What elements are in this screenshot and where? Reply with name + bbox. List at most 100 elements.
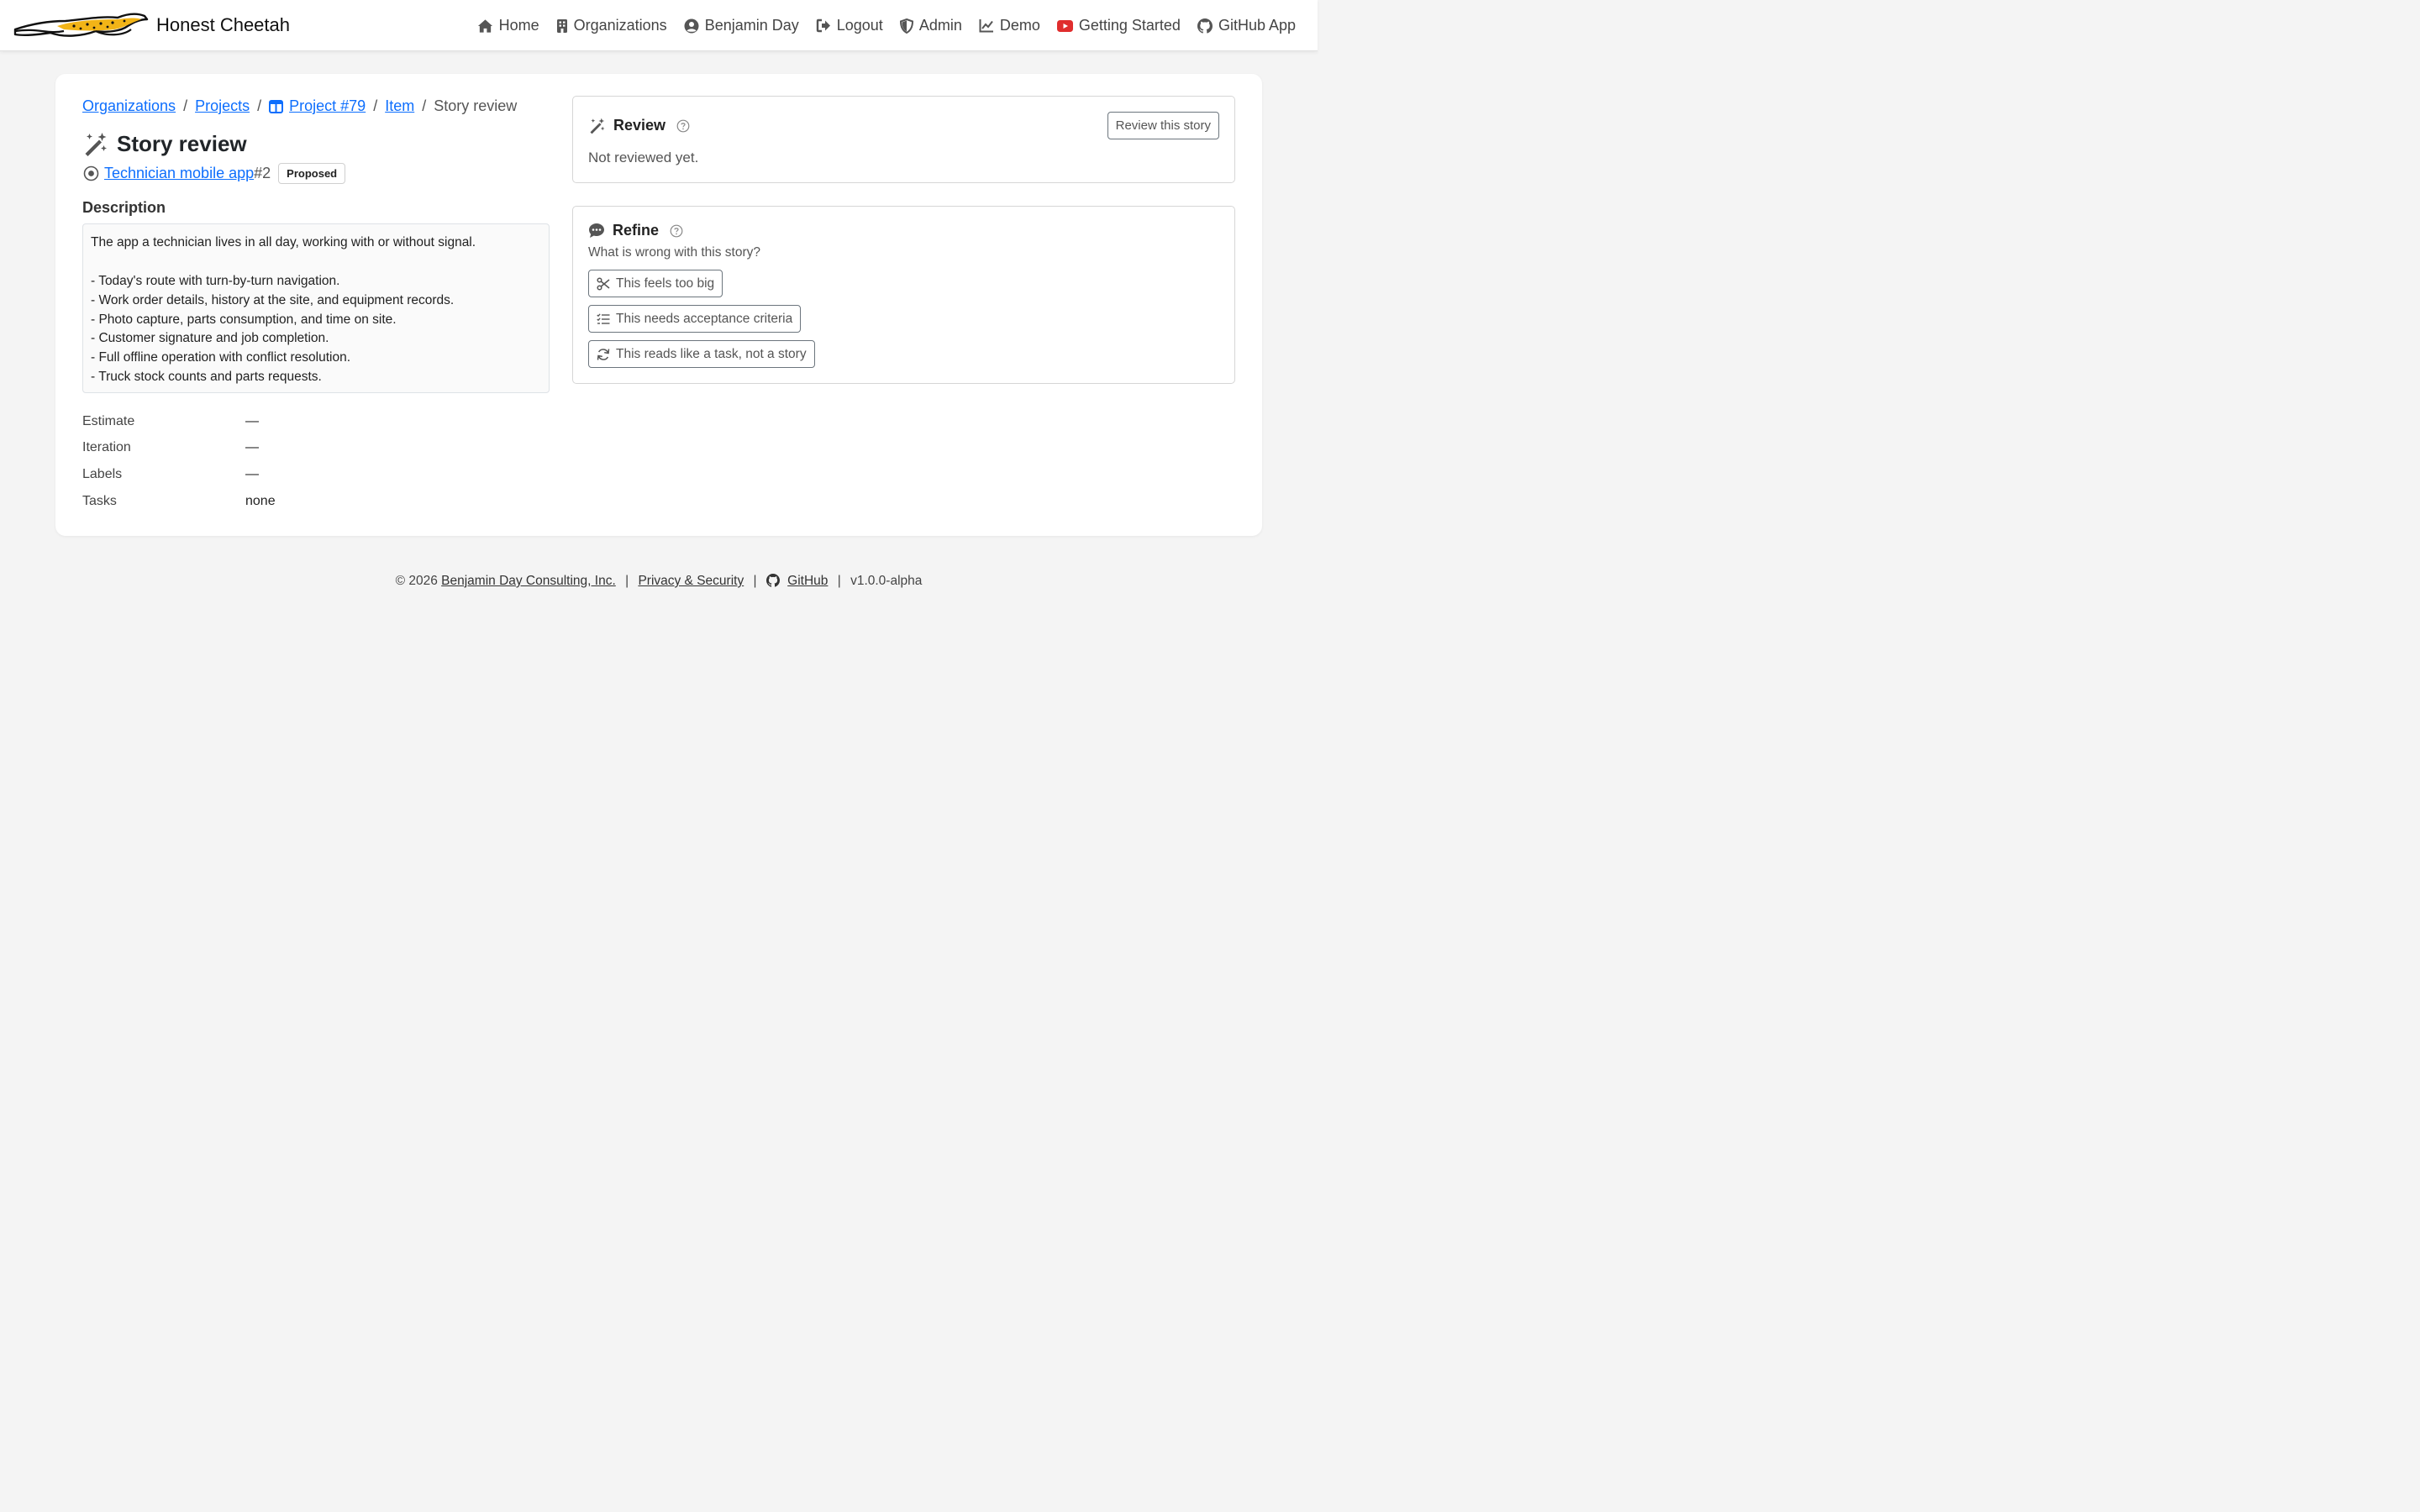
nav-github-app-label: GitHub App <box>1218 17 1296 34</box>
footer-version: v1.0.0-alpha <box>850 574 923 588</box>
needs-acceptance-criteria-label: This needs acceptance criteria <box>616 311 793 326</box>
brand-name[interactable]: Honest Cheetah <box>156 14 290 36</box>
footer-copyright: © 2026 <box>395 574 438 588</box>
nav-admin-label: Admin <box>918 17 962 34</box>
description-line: - Customer signature and job completion. <box>91 331 329 346</box>
review-title: Review <box>613 117 666 134</box>
description-label: Description <box>82 199 166 216</box>
footer-separator: | <box>753 574 757 588</box>
description-line <box>91 253 541 272</box>
meta-row-labels: Labels — <box>82 461 418 488</box>
review-this-story-button[interactable]: Review this story <box>1107 112 1219 139</box>
breadcrumb-projects[interactable]: Projects <box>195 97 250 115</box>
meta-row-estimate: Estimate — <box>82 408 418 435</box>
help-icon[interactable] <box>670 224 683 238</box>
nav-admin[interactable]: Admin <box>899 17 962 34</box>
nav-logout-label: Logout <box>836 17 883 34</box>
chart-line-icon <box>979 19 993 33</box>
meta-key: Labels <box>82 466 123 481</box>
breadcrumb-separator: / <box>422 97 427 114</box>
refine-panel-header: Refine <box>588 222 683 239</box>
page-title: Story review <box>117 131 247 156</box>
nav-user-profile[interactable]: Benjamin Day <box>684 17 799 34</box>
nav-home-label: Home <box>498 17 539 34</box>
user-circle-icon <box>684 18 699 33</box>
github-icon <box>1197 18 1213 34</box>
page-title-row: Story review <box>82 131 247 157</box>
nav-logout[interactable]: Logout <box>816 17 883 34</box>
home-icon <box>477 18 492 33</box>
main-nav: Home Organizations Benjamin Day Logout A… <box>477 0 1296 51</box>
reads-like-task-label: This reads like a task, not a story <box>616 346 807 361</box>
nav-demo[interactable]: Demo <box>979 17 1040 34</box>
breadcrumb-separator: / <box>257 97 262 114</box>
reads-like-task-button[interactable]: This reads like a task, not a story <box>588 340 815 368</box>
description-line: The app a technician lives in all day, w… <box>91 235 476 249</box>
parent-item-link[interactable]: Technician mobile app <box>104 165 254 182</box>
building-icon <box>556 18 567 33</box>
help-icon[interactable] <box>676 119 690 133</box>
top-navbar: Honest Cheetah Home Organizations Benjam… <box>0 0 1318 51</box>
breadcrumb-organizations[interactable]: Organizations <box>82 97 176 115</box>
description-line: - Today's route with turn-by-turn naviga… <box>91 273 340 288</box>
breadcrumb-separator: / <box>373 97 378 114</box>
checklist-icon <box>597 312 610 324</box>
footer-separator: | <box>837 574 841 588</box>
nav-organizations[interactable]: Organizations <box>556 17 667 34</box>
description-line: - Full offline operation with conflict r… <box>91 350 351 365</box>
meta-value: — <box>245 440 259 455</box>
review-panel-header: Review <box>588 117 690 134</box>
nav-getting-started[interactable]: Getting Started <box>1056 17 1181 34</box>
logout-icon <box>816 18 830 33</box>
footer-privacy-link[interactable]: Privacy & Security <box>638 574 744 588</box>
cheetah-logo-icon <box>13 13 149 37</box>
footer: © 2026 Benjamin Day Consulting, Inc. | P… <box>0 574 1318 589</box>
description-line: - Photo capture, parts consumption, and … <box>91 312 397 327</box>
parent-item-row: Technician mobile app #2 Proposed <box>83 163 346 184</box>
chat-bubble-icon <box>589 223 604 238</box>
description-box: The app a technician lives in all day, w… <box>82 223 550 393</box>
nav-github-app[interactable]: GitHub App <box>1197 17 1296 34</box>
needs-acceptance-criteria-button[interactable]: This needs acceptance criteria <box>588 305 802 333</box>
nav-home[interactable]: Home <box>477 17 539 34</box>
status-badge: Proposed <box>278 163 346 184</box>
meta-value: none <box>245 493 276 508</box>
breadcrumb: Organizations / Projects / Project #79 /… <box>82 97 517 115</box>
nav-organizations-label: Organizations <box>573 17 667 34</box>
too-big-label: This feels too big <box>616 276 715 291</box>
issue-open-icon <box>83 165 99 181</box>
magic-wand-icon <box>85 132 107 156</box>
shield-icon <box>899 18 913 34</box>
breadcrumb-current: Story review <box>434 97 518 114</box>
footer-separator: | <box>625 574 629 588</box>
too-big-button[interactable]: This feels too big <box>588 270 723 297</box>
refine-title: Refine <box>613 222 660 239</box>
footer-company-link[interactable]: Benjamin Day Consulting, Inc. <box>441 574 616 588</box>
nav-getting-started-label: Getting Started <box>1078 17 1181 34</box>
refine-question: What is wrong with this story? <box>588 245 761 260</box>
parent-item-number: #2 <box>254 165 271 181</box>
nav-user-label: Benjamin Day <box>704 17 799 34</box>
description-line: - Truck stock counts and parts requests. <box>91 370 322 385</box>
meta-key: Tasks <box>82 493 117 508</box>
meta-row-tasks: Tasks none <box>82 488 418 515</box>
review-panel: Review Review this story Not reviewed ye… <box>572 96 1235 183</box>
magic-wand-icon <box>590 118 605 134</box>
review-status: Not reviewed yet. <box>588 150 699 165</box>
breadcrumb-item[interactable]: Item <box>385 97 414 115</box>
meta-value: — <box>245 413 259 428</box>
footer-github-link[interactable]: GitHub <box>787 574 828 588</box>
github-icon <box>765 574 780 587</box>
meta-key: Estimate <box>82 413 135 428</box>
scissors-icon <box>597 276 610 291</box>
youtube-icon <box>1056 19 1073 32</box>
project-board-icon <box>269 99 284 113</box>
brand-logo[interactable] <box>13 10 150 42</box>
refine-panel: Refine What is wrong with this story? Th… <box>572 206 1235 384</box>
meta-key: Iteration <box>82 440 131 455</box>
refresh-icon <box>597 348 610 360</box>
meta-row-iteration: Iteration — <box>82 435 418 462</box>
description-line: - Work order details, history at the sit… <box>91 292 455 307</box>
breadcrumb-project[interactable]: Project #79 <box>289 97 366 115</box>
meta-value: — <box>245 466 259 481</box>
